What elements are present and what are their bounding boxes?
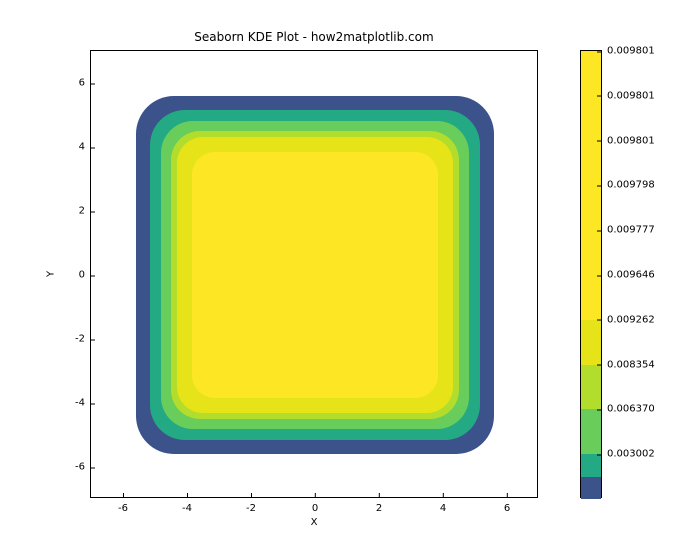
plot-area: [91, 51, 537, 497]
chart-title: Seaborn KDE Plot - how2matplotlib.com: [90, 30, 538, 44]
y-tick: 6: [79, 78, 91, 89]
colorbar-segment: [581, 477, 601, 499]
x-tick: -6: [118, 497, 128, 514]
x-tick: 2: [376, 497, 382, 514]
colorbar-segment: [581, 409, 601, 454]
y-axis-label: Y: [46, 271, 57, 277]
x-tick: 6: [504, 497, 510, 514]
colorbar-tick: 0.009801: [601, 135, 655, 146]
axes: -6-4-20246 -6-4-20246 Y X: [90, 50, 538, 498]
colorbar-tick: 0.009798: [601, 180, 655, 191]
y-tick: -4: [75, 398, 91, 409]
y-tick: 4: [79, 142, 91, 153]
x-tick: 4: [440, 497, 446, 514]
y-tick: 2: [79, 206, 91, 217]
colorbar-tick: 0.008354: [601, 359, 655, 370]
x-tick: -4: [182, 497, 192, 514]
colorbar-tick: 0.009262: [601, 314, 655, 325]
colorbar: 0.0098010.0098010.0098010.0097980.009777…: [580, 50, 602, 498]
colorbar-tick: 0.006370: [601, 404, 655, 415]
y-tick: -6: [75, 462, 91, 473]
colorbar-segment: [581, 365, 601, 410]
colorbar-tick: 0.009646: [601, 270, 655, 281]
x-axis-label: X: [311, 517, 318, 528]
colorbar-tick: 0.003002: [601, 449, 655, 460]
y-tick: -2: [75, 334, 91, 345]
colorbar-tick: 0.009777: [601, 225, 655, 236]
colorbar-segment: [581, 454, 601, 476]
colorbar-tick: 0.009801: [601, 46, 655, 57]
y-tick: 0: [79, 270, 91, 281]
figure: Seaborn KDE Plot - how2matplotlib.com -6…: [0, 0, 700, 560]
x-tick: -2: [246, 497, 256, 514]
x-tick: 0: [312, 497, 318, 514]
contour-level: [192, 152, 438, 398]
colorbar-segment: [581, 320, 601, 365]
colorbar-tick: 0.009801: [601, 90, 655, 101]
